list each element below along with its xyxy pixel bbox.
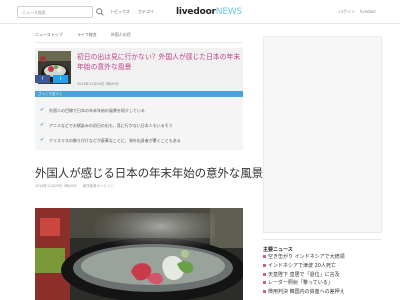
breadcrumb: ニューストップ ライフ総合 外国人の目: [35, 32, 131, 38]
topics-link[interactable]: トピックス: [110, 9, 130, 15]
news-link[interactable]: レーダー照射「撃っている」: [268, 280, 333, 286]
top-header: トピックス カテゴリ livedoorNEWS ログイン livedoor: [0, 0, 400, 24]
breadcrumb-item[interactable]: ライフ総合: [77, 32, 97, 38]
article-date: 2018年12月29日 9時49分: [35, 184, 77, 188]
article-meta: 2018年12月29日 9時49分 東洋経済オンライン: [35, 183, 113, 188]
main-news-list: 空き缶がり インドネシアで大統領 インドネシアで津波 20人死亡 天皇陛下 皇居…: [263, 253, 393, 297]
summary-box: ✔ 外国人の目線で日本の年末年始の風景を紹介している ✔ アニメなどでお馴染みの初日…: [35, 97, 243, 150]
share-buttons: f t: [35, 75, 68, 83]
bullet-icon: [263, 281, 266, 285]
news-item[interactable]: レーダー照射「撃っている」: [263, 279, 393, 288]
ad-banner[interactable]: [263, 36, 382, 233]
facebook-share-button[interactable]: f: [35, 75, 50, 83]
logo-main: livedoor: [176, 7, 216, 17]
summary-item: ✔ アニメなどでお馴染みの初日の出も、見に行かない日本人もいるそう: [40, 122, 173, 129]
summary-item: ✔ クリスマスの飾り付けなどが豪華なことに、海外出身者が驚くこともある: [40, 137, 181, 144]
bullet-icon: [263, 290, 266, 294]
article-source[interactable]: 東洋経済オンライン: [83, 183, 114, 188]
summary-text: クリスマスの飾り付けなどが豪華なことに、海外出身者が驚くこともある: [49, 138, 181, 143]
hero-title[interactable]: 初日の出は見に行かない？外国人が感じた日本の年末年始の意外な風景: [77, 53, 242, 72]
article-hero: 初日の出は見に行かない？外国人が感じた日本の年末年始の意外な風景 2018年12…: [35, 48, 243, 91]
summary-text: 外国人の目線で日本の年末年始の風景を紹介している: [49, 108, 145, 113]
summary-text: アニメなどでお馴染みの初日の出も、見に行かない日本人もいるそう: [49, 123, 173, 128]
summary-item: ✔ 外国人の目線で日本の年末年始の風景を紹介している: [40, 107, 145, 114]
search-input[interactable]: [17, 6, 93, 18]
divider: [35, 42, 242, 43]
bullet-icon: [263, 263, 266, 267]
news-item[interactable]: 天皇陛下 皇居で「退位」に言及: [263, 271, 393, 280]
news-item[interactable]: 空き缶がり インドネシアで大統領: [263, 253, 393, 262]
news-item[interactable]: インドネシアで津波 20人死亡: [263, 262, 393, 271]
bullet-icon: [263, 255, 266, 258]
article-image: [35, 208, 243, 300]
news-link[interactable]: インドネシアで津波 20人死亡: [268, 263, 336, 269]
main-news-heading: 主要ニュース: [263, 247, 293, 253]
twitter-share-button[interactable]: t: [53, 75, 68, 83]
breadcrumb-item[interactable]: 外国人の目: [111, 32, 131, 38]
category-link[interactable]: カテゴリ: [138, 9, 154, 15]
breadcrumb-item[interactable]: ニューストップ: [35, 32, 63, 38]
article-title: 外国人が感じる日本の年末年始の意外な風景: [35, 166, 263, 180]
search-icon[interactable]: [95, 7, 105, 17]
site-logo[interactable]: livedoorNEWS: [176, 7, 242, 17]
login-link[interactable]: ログイン: [339, 9, 355, 15]
news-link[interactable]: 徴用判決 韓国内の資産への差押え: [268, 289, 345, 295]
hero-date: 2018年12月29日 9時49分: [77, 82, 119, 86]
news-item[interactable]: 徴用判決 韓国内の資産への差押え: [263, 288, 393, 297]
news-link[interactable]: 天皇陛下 皇居で「退位」に言及: [268, 272, 340, 278]
news-link[interactable]: 空き缶がり インドネシアで大統領: [268, 254, 345, 260]
logo-sub: NEWS: [215, 7, 243, 17]
check-icon: ✔: [40, 107, 45, 113]
livedoor-link[interactable]: livedoor: [360, 9, 376, 15]
check-icon: ✔: [40, 137, 45, 143]
check-icon: ✔: [40, 122, 45, 128]
divider: [263, 239, 382, 240]
bullet-icon: [263, 272, 266, 276]
